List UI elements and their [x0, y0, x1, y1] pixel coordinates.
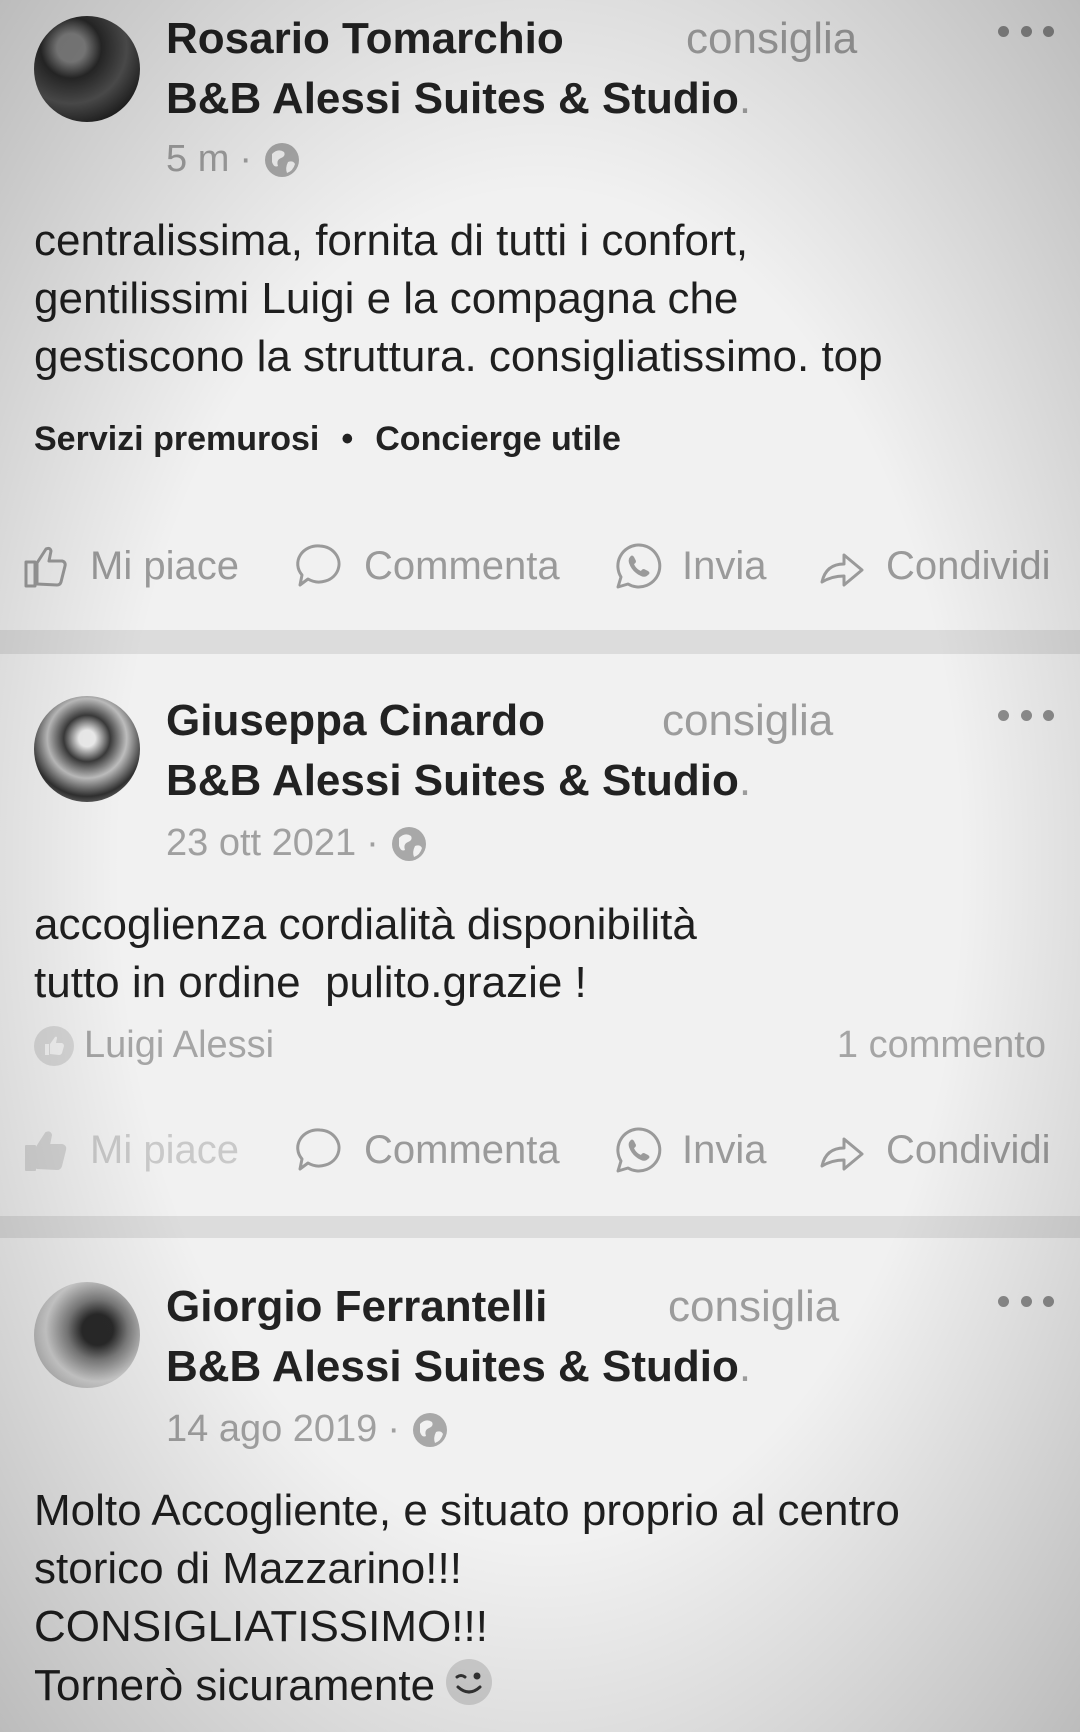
- page-name-text[interactable]: B&B Alessi Suites & Studio: [166, 1342, 739, 1391]
- action-bar: Mi piace Commenta Invia Condividi: [20, 536, 1060, 596]
- avatar[interactable]: [34, 16, 140, 122]
- send-label: Invia: [682, 543, 767, 588]
- review-post-1: Rosario Tomarchio consiglia B&B Alessi S…: [0, 0, 1080, 630]
- body-line: centralissima, fornita di tutti i confor…: [34, 216, 749, 265]
- wink-face-icon: [446, 1659, 493, 1705]
- comment-label: Commenta: [364, 543, 560, 588]
- body-line: storico di Mazzarino!!!: [34, 1544, 462, 1593]
- thumbs-up-icon: [24, 546, 67, 588]
- share-arrow-icon: [820, 553, 864, 587]
- body-line-with-emoji: Tornerò sicuramente: [34, 1656, 1054, 1715]
- review-post-2: Giuseppa Cinardo consiglia B&B Alessi Su…: [0, 654, 1080, 1216]
- author-name[interactable]: Giuseppa Cinardo: [166, 696, 545, 746]
- share-button[interactable]: Condividi: [816, 1124, 1051, 1176]
- recommend-verb: consiglia: [668, 1282, 840, 1331]
- share-button[interactable]: Condividi: [816, 540, 1051, 592]
- liker-name: Luigi Alessi: [84, 1024, 275, 1066]
- comment-label: Commenta: [364, 1127, 560, 1172]
- page-name[interactable]: B&B Alessi Suites & Studio.: [166, 74, 751, 124]
- comment-button[interactable]: Commenta: [294, 1124, 560, 1176]
- author-name[interactable]: Giorgio Ferrantelli: [166, 1282, 547, 1332]
- like-button[interactable]: Mi piace: [20, 540, 239, 592]
- post-meta: 14 ago 2019 ·: [166, 1408, 450, 1451]
- recommend-verb: consiglia: [686, 14, 858, 63]
- page-suffix: .: [738, 74, 752, 123]
- page-suffix: .: [738, 756, 752, 805]
- meta-separator: ·: [239, 138, 253, 180]
- like-label: Mi piace: [90, 1127, 239, 1172]
- avatar[interactable]: [34, 1282, 140, 1388]
- body-line: Molto Accogliente, e situato proprio al …: [34, 1486, 900, 1535]
- share-label: Condividi: [886, 543, 1051, 588]
- tag-separator: •: [341, 420, 354, 458]
- share-arrow-icon: [820, 1137, 864, 1171]
- whatsapp-icon: [616, 543, 662, 589]
- comment-bubble-icon: [296, 1128, 341, 1171]
- post-meta: 5 m ·: [166, 138, 302, 181]
- post-body: Molto Accogliente, e situato proprio al …: [34, 1482, 1054, 1715]
- whatsapp-icon: [616, 1127, 662, 1173]
- body-line: gentilissimi Luigi e la compagna che: [34, 274, 739, 323]
- review-post-3: Giorgio Ferrantelli consiglia B&B Alessi…: [0, 1238, 1080, 1732]
- globe-icon: [265, 142, 300, 177]
- send-label: Invia: [682, 1127, 767, 1172]
- tag: Concierge utile: [375, 420, 621, 458]
- meta-separator: ·: [387, 1408, 400, 1450]
- body-line: CONSIGLIATISSIMO!!!: [34, 1602, 488, 1651]
- post-time[interactable]: 14 ago 2019: [166, 1408, 377, 1451]
- body-line: Tornerò sicuramente: [34, 1661, 436, 1710]
- page-name-text[interactable]: B&B Alessi Suites & Studio: [166, 756, 739, 805]
- post-divider: [0, 1216, 1080, 1238]
- tag: Servizi premurosi: [34, 420, 320, 458]
- send-button[interactable]: Invia: [612, 540, 767, 592]
- post-time[interactable]: 23 ott 2021: [166, 822, 356, 865]
- globe-icon: [391, 826, 426, 861]
- like-label: Mi piace: [90, 543, 239, 588]
- page-name[interactable]: B&B Alessi Suites & Studio.: [166, 1342, 751, 1392]
- more-options-icon[interactable]: [998, 1294, 1054, 1308]
- post-body: accoglienza cordialità disponibilità tut…: [34, 896, 1054, 1012]
- globe-icon: [412, 1412, 447, 1447]
- body-line: tutto in ordine pulito.grazie !: [34, 958, 587, 1007]
- more-options-icon[interactable]: [998, 24, 1054, 38]
- action-bar: Mi piace Commenta Invia Condividi: [20, 1120, 1060, 1180]
- body-line: accoglienza cordialità disponibilità: [34, 900, 697, 949]
- meta-separator: ·: [366, 822, 379, 864]
- post-divider: [0, 630, 1080, 654]
- post-body: centralissima, fornita di tutti i confor…: [34, 212, 1054, 386]
- avatar[interactable]: [34, 696, 140, 802]
- thumbs-up-icon: [25, 1131, 67, 1171]
- like-badge-icon: [34, 1025, 74, 1066]
- recommend-verb: consiglia: [662, 696, 834, 745]
- author-name[interactable]: Rosario Tomarchio: [166, 14, 564, 64]
- likers[interactable]: Luigi Alessi: [34, 1024, 274, 1067]
- page-suffix: .: [738, 1342, 752, 1391]
- more-options-icon[interactable]: [998, 708, 1054, 722]
- comments-count[interactable]: 1 commento: [837, 1024, 1046, 1067]
- comment-button[interactable]: Commenta: [294, 540, 560, 592]
- page-name-text[interactable]: B&B Alessi Suites & Studio: [166, 74, 739, 123]
- reactions-row: Luigi Alessi 1 commento: [34, 1024, 1046, 1067]
- post-meta: 23 ott 2021 ·: [166, 822, 429, 865]
- post-time[interactable]: 5 m: [166, 138, 229, 181]
- send-button[interactable]: Invia: [612, 1124, 767, 1176]
- like-button[interactable]: Mi piace: [20, 1124, 239, 1176]
- page-name[interactable]: B&B Alessi Suites & Studio.: [166, 756, 751, 806]
- review-tags: Servizi premurosi • Concierge utile: [34, 420, 621, 459]
- body-line: gestiscono la struttura. consigliatissim…: [34, 332, 883, 381]
- share-label: Condividi: [886, 1127, 1051, 1172]
- comment-bubble-icon: [296, 544, 341, 587]
